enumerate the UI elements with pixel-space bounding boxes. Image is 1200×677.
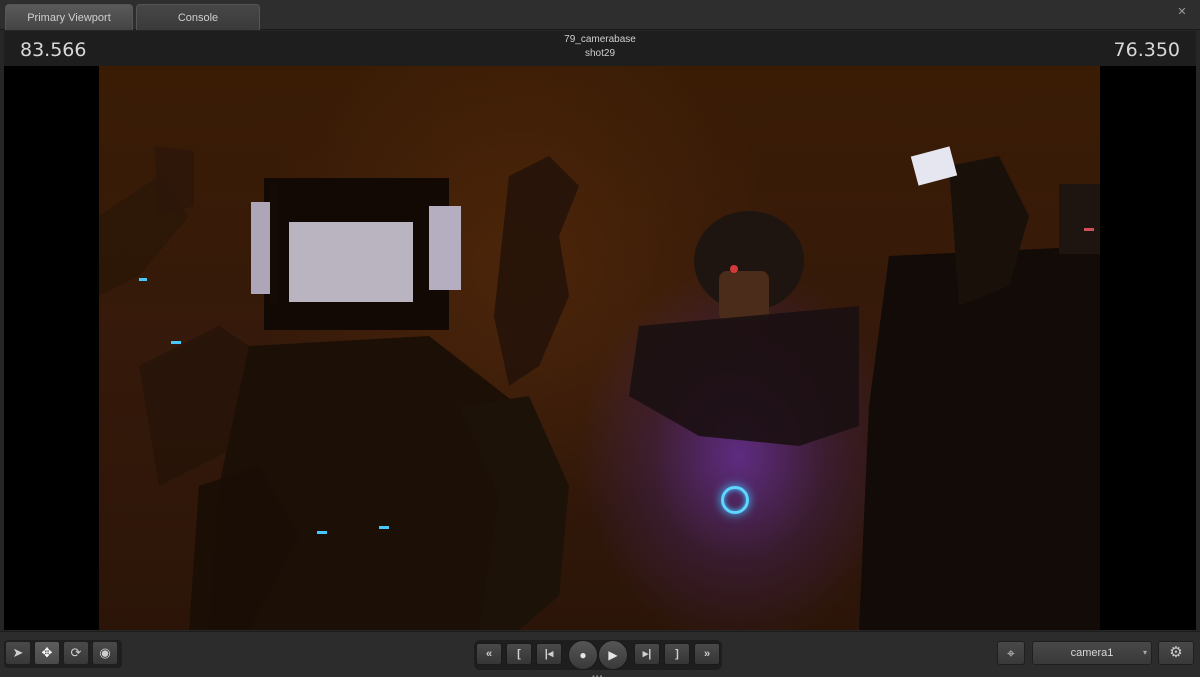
- scale-tool-button[interactable]: ◉: [92, 641, 118, 665]
- prev-frame-icon: |◂: [544, 648, 554, 660]
- mark-out-button[interactable]: ]: [664, 643, 690, 665]
- next-frame-icon: ▸|: [642, 648, 652, 660]
- camera-select-value: camera1: [1070, 647, 1114, 659]
- gear-icon: ⚙: [1169, 644, 1183, 661]
- target-circle-icon: ◉: [99, 645, 111, 660]
- select-tool-button[interactable]: ➤: [5, 641, 31, 665]
- glow-ring-marker: [721, 486, 749, 514]
- prev-frame-button[interactable]: |◂: [536, 643, 562, 665]
- right-readout: 76.350: [1113, 39, 1180, 61]
- record-button[interactable]: ●: [568, 640, 598, 670]
- camera-select[interactable]: camera1 ▾: [1032, 641, 1152, 665]
- app-window: Primary Viewport Console ✕ 83.566 79_cam…: [0, 0, 1200, 677]
- close-icon[interactable]: ✕: [1176, 6, 1188, 18]
- arrow-pointer-icon: ➤: [12, 645, 24, 660]
- fast-forward-button[interactable]: »: [694, 643, 720, 665]
- transport-controls: « [ |◂ ● ▶ ▸| ] »: [474, 640, 722, 670]
- mark-in-button[interactable]: [: [506, 643, 532, 665]
- viewport-header: 83.566 79_camerabase shot29 76.350: [4, 31, 1196, 66]
- crosshair-icon: ⌖: [1007, 645, 1015, 661]
- move-arrows-icon: ✥: [41, 645, 53, 660]
- settings-button[interactable]: ⚙: [1158, 641, 1194, 665]
- shot-title: 79_camerabase shot29: [4, 33, 1196, 61]
- tab-console[interactable]: Console: [136, 4, 260, 30]
- rewind-button[interactable]: «: [476, 643, 502, 665]
- record-icon: ●: [579, 648, 587, 662]
- primary-viewport[interactable]: [4, 66, 1196, 630]
- bracket-right-icon: ]: [675, 648, 679, 660]
- play-button[interactable]: ▶: [598, 640, 628, 670]
- transform-tool-group: ➤ ✥ ⟳ ◉: [4, 640, 122, 668]
- camera-base-label: 79_camerabase: [564, 34, 636, 45]
- resize-grip-icon[interactable]: •••: [592, 672, 603, 677]
- rotate-icon: ⟳: [70, 645, 82, 660]
- play-icon: ▶: [608, 648, 618, 662]
- tab-primary-viewport[interactable]: Primary Viewport: [5, 4, 133, 30]
- fast-forward-icon: »: [703, 648, 711, 660]
- camera-target-button[interactable]: ⌖: [997, 641, 1025, 665]
- scene-silhouettes: [99, 146, 1100, 630]
- bottom-toolbar: ➤ ✥ ⟳ ◉ « [ |◂ ● ▶ ▸|] » ⌖ camera1 ▾ ⚙ …: [0, 631, 1200, 677]
- rewind-icon: «: [485, 648, 493, 660]
- tab-bar: Primary Viewport Console ✕: [0, 0, 1200, 30]
- chevron-down-icon: ▾: [1142, 648, 1147, 657]
- rendered-scene[interactable]: [99, 66, 1100, 630]
- bracket-left-icon: [: [517, 648, 521, 660]
- next-frame-button[interactable]: ▸|: [634, 643, 660, 665]
- shot-label: shot29: [584, 48, 616, 59]
- move-tool-button[interactable]: ✥: [34, 641, 60, 665]
- rotate-tool-button[interactable]: ⟳: [63, 641, 89, 665]
